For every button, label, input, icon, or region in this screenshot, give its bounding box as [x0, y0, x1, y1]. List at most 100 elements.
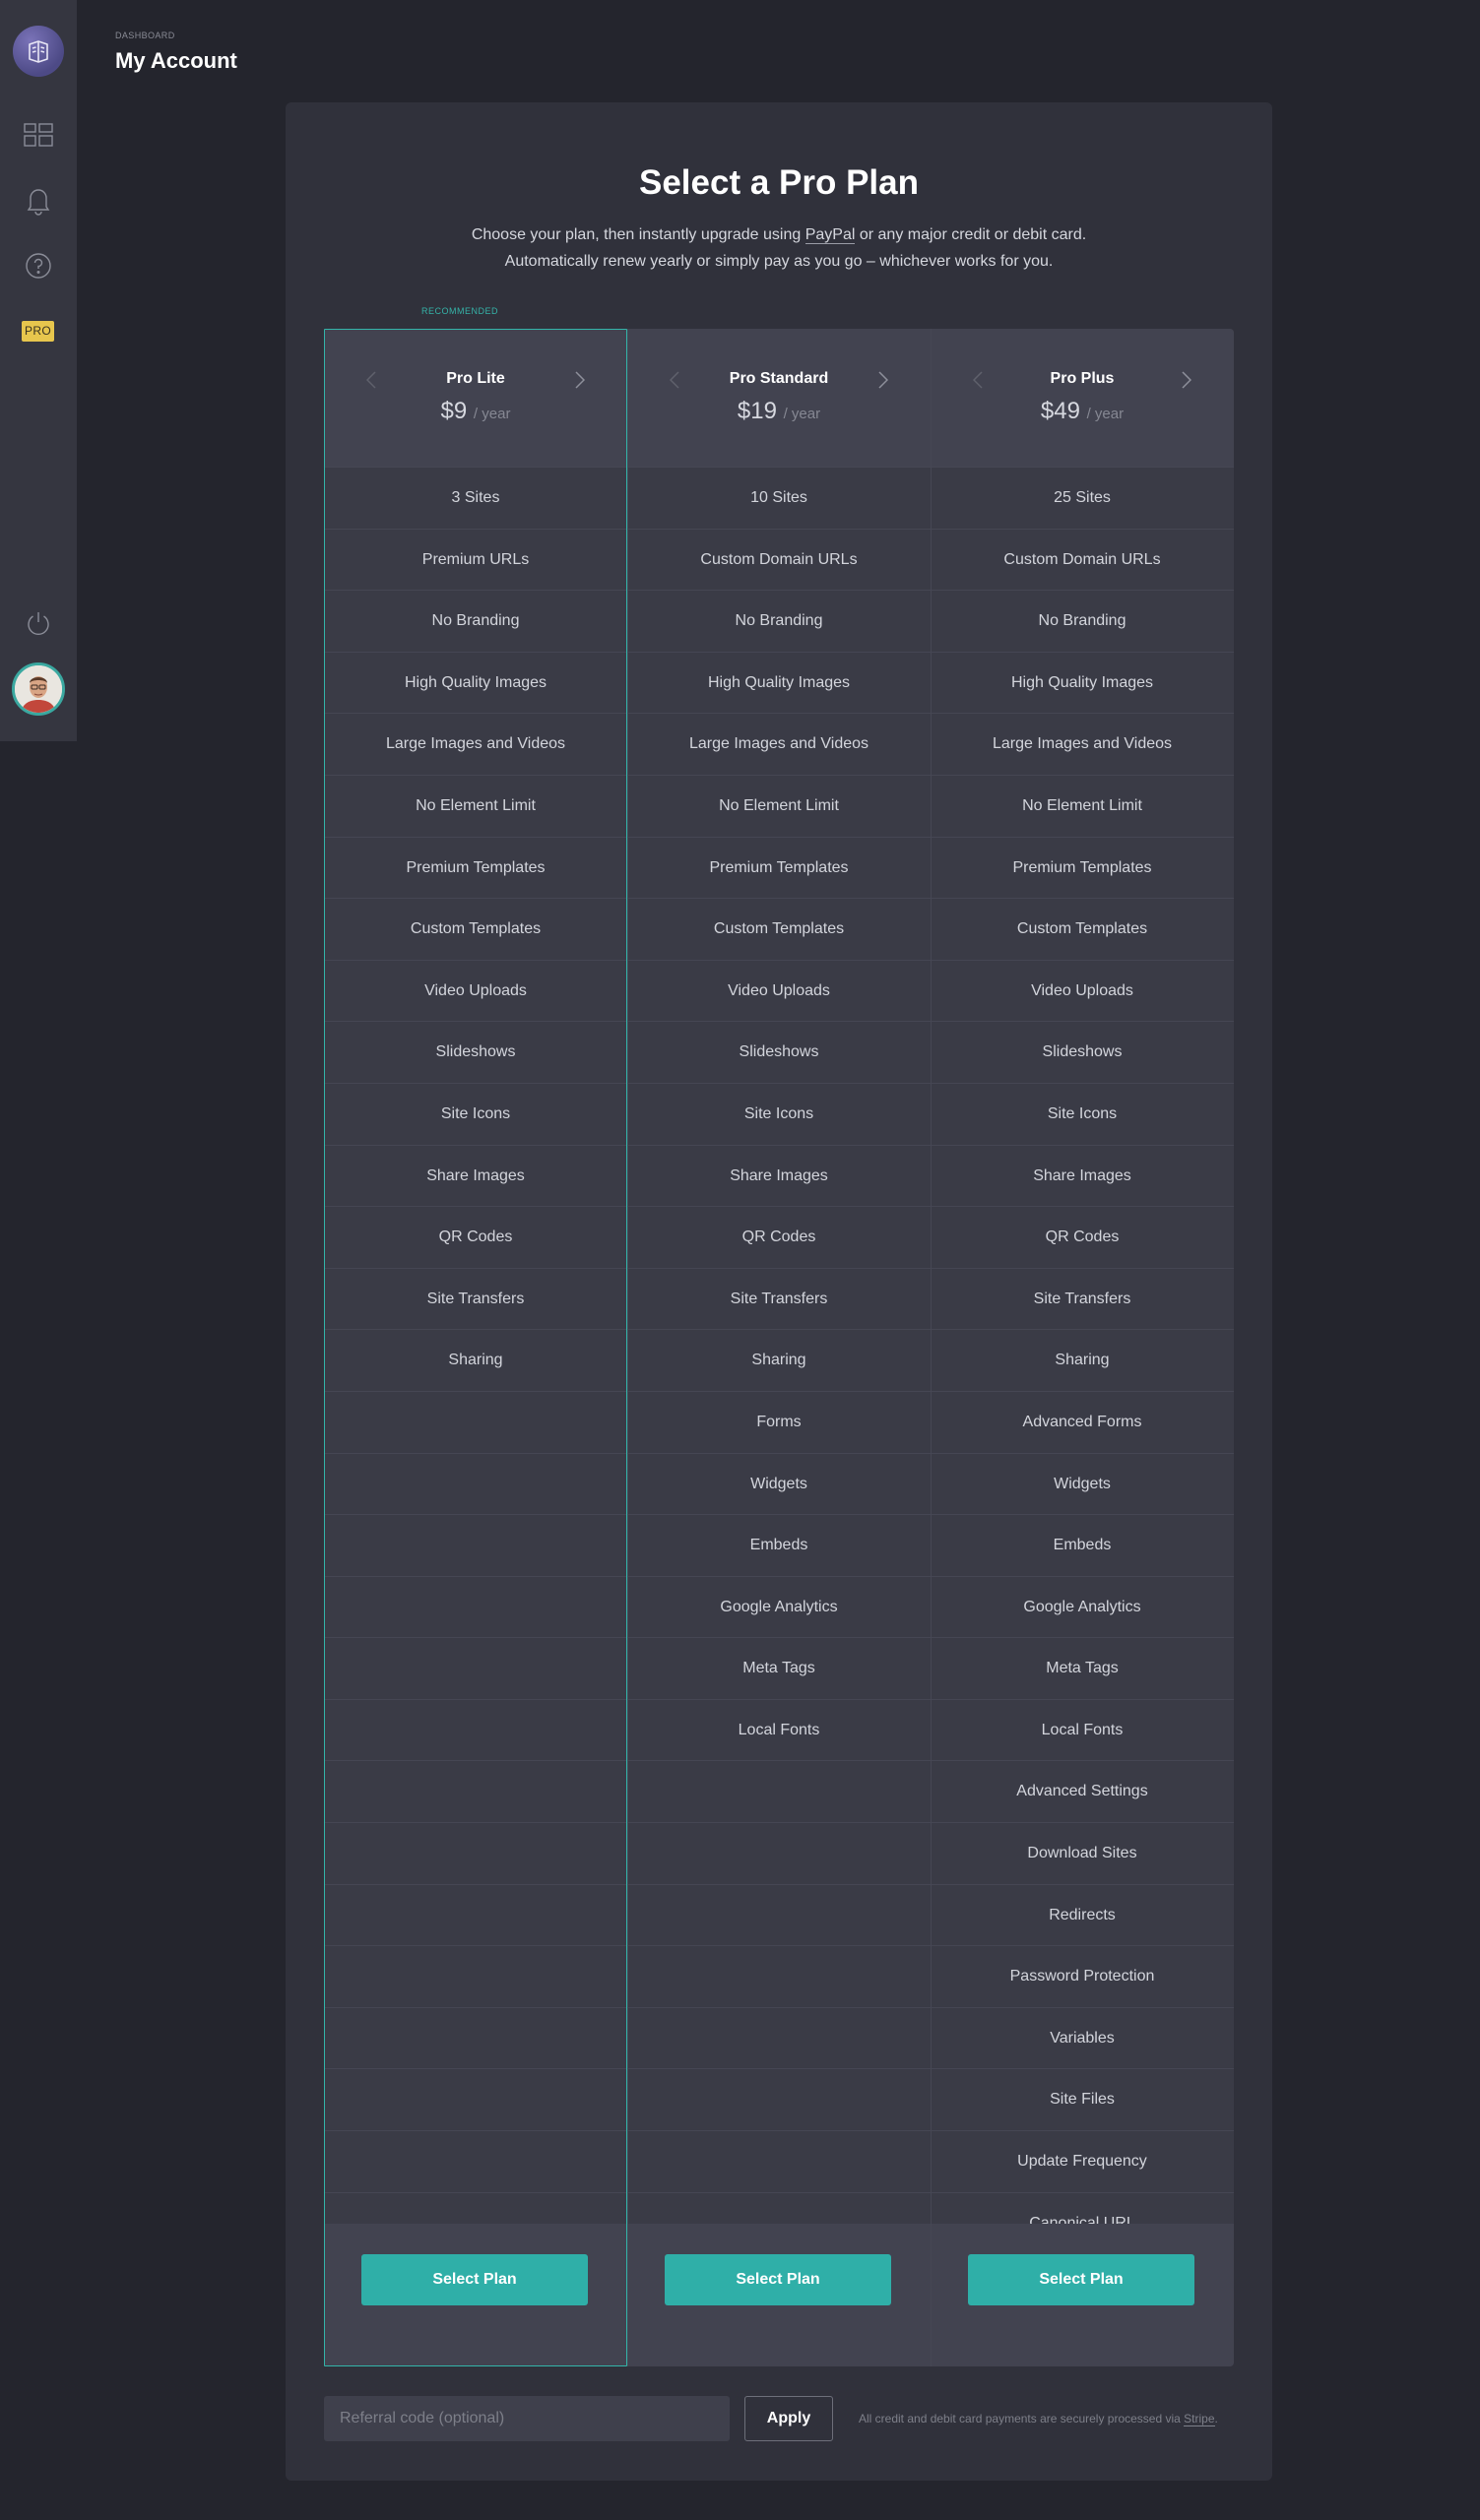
feature-row [627, 1883, 931, 1946]
select-plan-button[interactable]: Select Plan [968, 2254, 1194, 2305]
power-icon[interactable] [19, 603, 58, 643]
feature-row: No Element Limit [931, 774, 1234, 837]
bell-icon[interactable] [19, 181, 58, 220]
feature-row: Share Images [627, 1144, 931, 1207]
plan-price-period: / year [1086, 406, 1125, 422]
plans-description: Choose your plan, then instantly upgrade… [286, 221, 1272, 275]
feature-row: Premium Templates [324, 836, 627, 899]
feature-row: Video Uploads [627, 959, 931, 1022]
plan-price: $9 / year [324, 398, 627, 425]
feature-row: Local Fonts [931, 1698, 1234, 1761]
feature-row: Site Icons [627, 1082, 931, 1145]
feature-row: Slideshows [324, 1021, 627, 1083]
feature-row: Sharing [324, 1329, 627, 1391]
feature-row [324, 1822, 627, 1884]
feature-row [324, 1945, 627, 2007]
feature-row: Custom Domain URLs [627, 528, 931, 591]
logo-icon[interactable] [13, 26, 64, 77]
chevron-right-icon[interactable] [570, 368, 590, 392]
secure-payment-note: All credit and debit card payments are s… [859, 2412, 1218, 2426]
feature-row: Variables [931, 2006, 1234, 2069]
column-divider [931, 329, 932, 2366]
dashboard-grid-icon[interactable] [19, 115, 58, 155]
feature-row: Download Sites [931, 1822, 1234, 1884]
feature-row: Local Fonts [627, 1698, 931, 1761]
feature-row: Advanced Forms [931, 1390, 1234, 1453]
feature-row: No Branding [627, 590, 931, 652]
feature-row [627, 1822, 931, 1884]
plan-price-amount: $9 [440, 398, 468, 424]
pro-badge[interactable]: PRO [22, 321, 54, 342]
recommended-label: RECOMMENDED [420, 306, 498, 316]
plans-title: Select a Pro Plan [638, 163, 920, 202]
feature-row: Site Transfers [324, 1267, 627, 1330]
feature-row: 25 Sites [931, 467, 1234, 529]
page-title: My Account [115, 48, 237, 73]
desc-text: or any major credit or debit card. [855, 226, 1087, 243]
chevron-right-icon[interactable] [873, 368, 893, 392]
feature-row: High Quality Images [324, 651, 627, 714]
feature-row: QR Codes [627, 1206, 931, 1268]
feature-row: Widgets [627, 1452, 931, 1515]
feature-row: Forms [627, 1390, 931, 1453]
feature-row: No Element Limit [627, 774, 931, 837]
feature-row [627, 2068, 931, 2130]
feature-row: High Quality Images [931, 651, 1234, 714]
feature-row: No Branding [324, 590, 627, 652]
feature-row: Large Images and Videos [627, 713, 931, 775]
feature-row: Share Images [324, 1144, 627, 1207]
feature-row [324, 1390, 627, 1453]
paypal-link[interactable]: PayPal [804, 226, 856, 244]
feature-row: Custom Templates [627, 898, 931, 960]
feature-row [324, 1514, 627, 1576]
feature-row: Large Images and Videos [931, 713, 1234, 775]
feature-row [324, 1575, 627, 1638]
desc-text: Automatically renew yearly or simply pay… [504, 253, 1054, 270]
breadcrumb[interactable]: DASHBOARD [115, 31, 175, 40]
feature-row: Site Icons [324, 1082, 627, 1145]
feature-row: Premium Templates [627, 836, 931, 899]
desc-text: Choose your plan, then instantly upgrade… [471, 226, 805, 243]
plans-table: Pro Lite $9 / year 3 Sites Premium URLs No B… [324, 329, 1234, 2366]
feature-row: No Element Limit [324, 774, 627, 837]
feature-row: Large Images and Videos [324, 713, 627, 775]
feature-row: High Quality Images [627, 651, 931, 714]
referral-code-input[interactable] [324, 2396, 730, 2441]
apply-button[interactable]: Apply [744, 2396, 833, 2441]
feature-row [627, 1945, 931, 2007]
plan-price-period: / year [473, 406, 511, 422]
plan-column: Pro Plus $49 / year 25 Sites Custom Domain … [931, 329, 1234, 2366]
feature-row [324, 1637, 627, 1699]
feature-row: Premium URLs [324, 528, 627, 591]
feature-row: Video Uploads [324, 959, 627, 1022]
column-divider [627, 329, 628, 2366]
feature-row [627, 2130, 931, 2192]
plan-header: Pro Standard $19 / year [627, 329, 931, 467]
feature-row: Custom Templates [931, 898, 1234, 960]
plan-column: Pro Lite $9 / year 3 Sites Premium URLs No B… [324, 329, 627, 2366]
feature-row [627, 2006, 931, 2069]
feature-row: 3 Sites [324, 467, 627, 529]
feature-row: Redirects [931, 1883, 1234, 1946]
avatar[interactable] [12, 662, 65, 716]
feature-row: Update Frequency [931, 2130, 1234, 2192]
chevron-right-icon[interactable] [1177, 368, 1196, 392]
sidebar: PRO [0, 0, 77, 741]
stripe-link[interactable]: Stripe [1184, 2412, 1215, 2426]
feature-row [324, 2068, 627, 2130]
plan-price-amount: $19 [737, 398, 777, 424]
feature-row: Password Protection [931, 1945, 1234, 2007]
feature-row: Video Uploads [931, 959, 1234, 1022]
select-plan-button[interactable]: Select Plan [665, 2254, 891, 2305]
plan-footer: Select Plan [324, 2224, 627, 2366]
feature-row: Slideshows [931, 1021, 1234, 1083]
feature-row: Google Analytics [931, 1575, 1234, 1638]
feature-list: 25 Sites Custom Domain URLs No Branding Hig… [931, 467, 1234, 2253]
feature-row: Site Transfers [627, 1267, 931, 1330]
feature-row [324, 1760, 627, 1822]
feature-row: No Branding [931, 590, 1234, 652]
feature-list: 3 Sites Premium URLs No Branding High Quali… [324, 467, 627, 2253]
plan-column: Pro Standard $19 / year 10 Sites Custom Dom… [627, 329, 931, 2366]
help-icon[interactable] [19, 246, 58, 285]
select-plan-button[interactable]: Select Plan [361, 2254, 588, 2305]
